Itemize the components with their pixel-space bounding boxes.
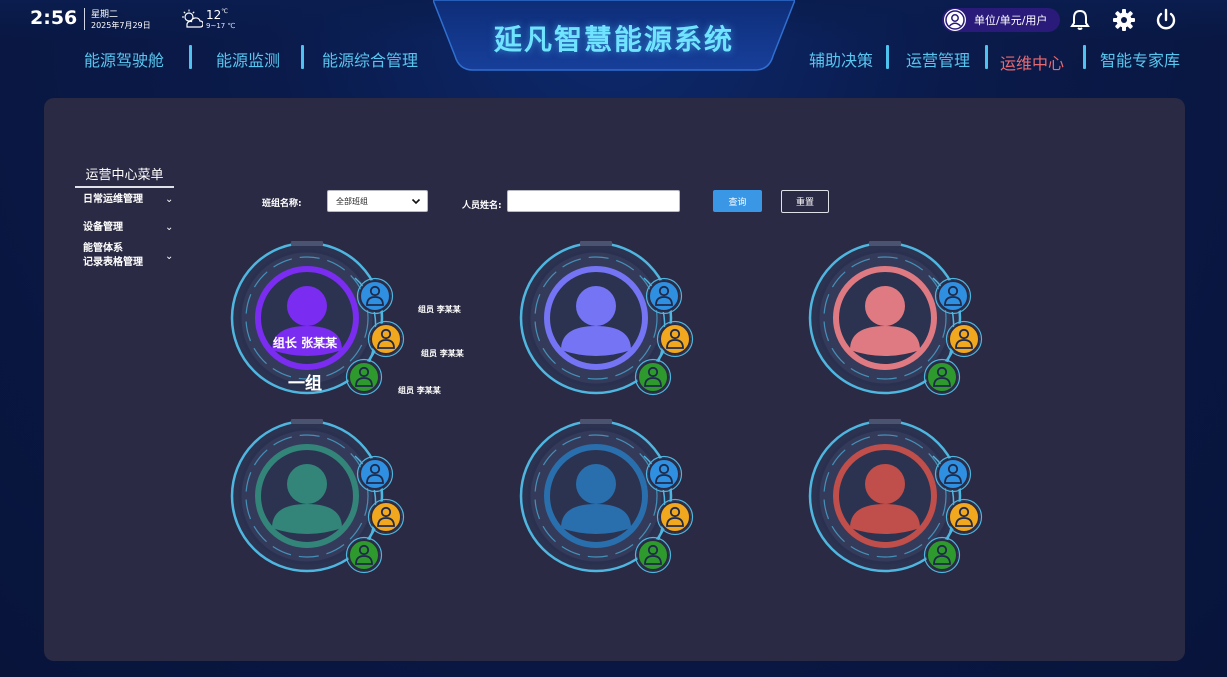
nav-divider	[301, 45, 304, 69]
temperature-value: 12	[206, 8, 222, 22]
member-avatar-icon	[934, 455, 972, 493]
chevron-down-icon	[411, 198, 421, 205]
sidebar-item-label: 能管体系	[83, 243, 123, 254]
member-avatar-icon	[634, 536, 672, 574]
member-name: 组员 李某某	[421, 349, 464, 358]
temperature-range: 9~17 ℃	[206, 22, 236, 30]
temperature: 12℃	[206, 8, 228, 22]
member-avatar-icon	[367, 498, 405, 536]
member-avatar-icon	[356, 455, 394, 493]
sidebar-item-daily-maintenance[interactable]: 日常运维管理	[83, 193, 143, 207]
group-card[interactable]: 组长 张某某 一组	[229, 240, 409, 400]
query-button[interactable]: 查询	[713, 190, 762, 212]
sidebar-item-equipment[interactable]: 设备管理	[83, 221, 123, 235]
sidebar-item-label: 记录表格管理	[83, 257, 143, 268]
member-name: 组员 李某某	[398, 386, 441, 395]
bell-icon[interactable]	[1068, 8, 1092, 32]
nav-divider	[1083, 45, 1086, 69]
weekday: 星期二	[91, 10, 119, 20]
group-select[interactable]: 全部班组	[327, 190, 428, 212]
temperature-unit: ℃	[221, 8, 229, 15]
sidebar-item-energy-system[interactable]: 能管体系 记录表格管理	[83, 242, 143, 270]
user-label: 单位/单元/用户	[974, 14, 1048, 27]
member-avatar-icon	[934, 277, 972, 315]
member-avatar-icon	[923, 358, 961, 396]
member-avatar-icon	[945, 320, 983, 358]
group-filter-label: 班组名称:	[262, 199, 302, 209]
date: 2025年7月29日	[91, 21, 151, 30]
member-avatar-icon	[923, 536, 961, 574]
member-avatar-icon	[656, 498, 694, 536]
power-icon[interactable]	[1154, 8, 1178, 32]
group-select-value: 全部班组	[336, 196, 368, 206]
nav-energy-monitoring[interactable]: 能源监测	[216, 47, 280, 71]
user-avatar-icon	[944, 9, 966, 31]
nav-divider	[985, 45, 988, 69]
nav-maintenance-center[interactable]: 运维中心	[1000, 50, 1064, 74]
gear-icon[interactable]	[1112, 8, 1136, 32]
nav-divider	[886, 45, 889, 69]
user-menu[interactable]: 单位/单元/用户	[942, 8, 1060, 32]
member-avatar-icon	[656, 320, 694, 358]
nav-divider	[189, 45, 192, 69]
group-card[interactable]	[807, 418, 987, 578]
group-leader-name: 组长 张某某	[272, 336, 338, 350]
clock-divider	[84, 8, 85, 30]
group-name: 一组	[288, 374, 322, 394]
member-avatar-icon	[634, 358, 672, 396]
group-card[interactable]	[807, 240, 987, 400]
nav-energy-cockpit[interactable]: 能源驾驶舱	[84, 47, 164, 71]
person-name-input[interactable]	[507, 190, 680, 212]
chevron-down-icon[interactable]: ⌄	[165, 194, 173, 205]
clock-time: 2:56	[30, 7, 78, 29]
chevron-down-icon[interactable]: ⌄	[165, 251, 173, 262]
nav-decision-support[interactable]: 辅助决策	[809, 47, 873, 71]
header: 延凡智慧能源系统 2:56 星期二 2025年7月29日 12℃ 9~17 ℃ …	[0, 0, 1227, 90]
chevron-down-icon[interactable]: ⌄	[165, 222, 173, 233]
reset-button[interactable]: 重置	[781, 190, 829, 213]
group-card[interactable]	[518, 418, 698, 578]
member-avatar-icon	[645, 277, 683, 315]
partly-cloudy-icon	[182, 9, 203, 28]
page-title: 延凡智慧能源系统	[493, 23, 734, 56]
sidebar-title: 运营中心菜单	[75, 164, 174, 188]
group-card[interactable]	[518, 240, 698, 400]
nav-energy-management[interactable]: 能源综合管理	[322, 47, 418, 71]
member-avatar-icon	[345, 536, 383, 574]
nav-operations-management[interactable]: 运营管理	[906, 47, 970, 71]
nav-expert-library[interactable]: 智能专家库	[1100, 47, 1180, 71]
member-avatar-icon	[945, 498, 983, 536]
group-card[interactable]	[229, 418, 409, 578]
member-avatar-icon	[645, 455, 683, 493]
member-name: 组员 李某某	[418, 305, 461, 314]
person-filter-label: 人员姓名:	[462, 201, 502, 211]
member-avatar-icon	[356, 277, 394, 315]
